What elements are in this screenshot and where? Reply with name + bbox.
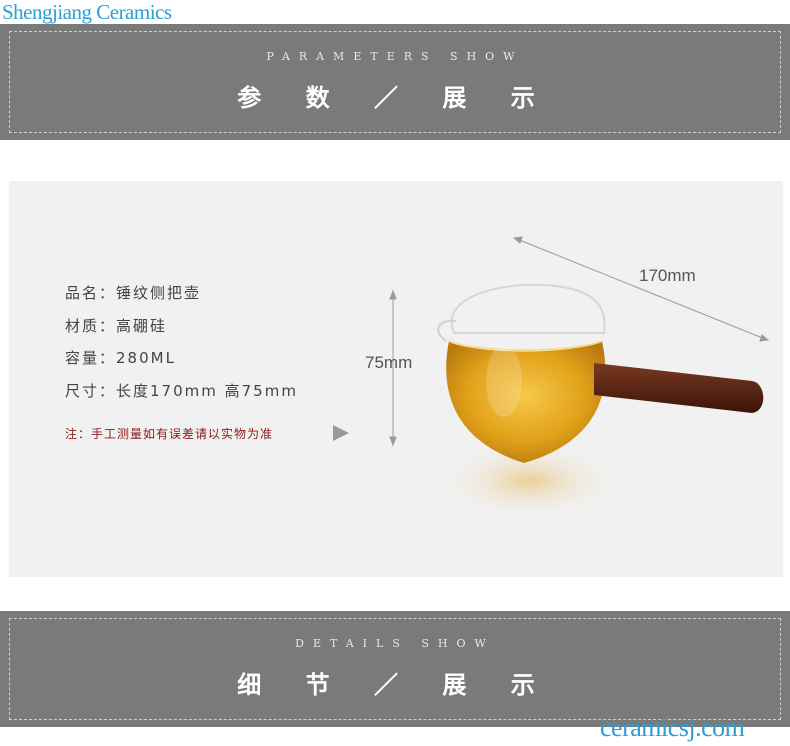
parameters-cn-title: 参 数 ／ 展 示: [237, 84, 553, 112]
parameters-banner: PARAMETERS SHOW 参 数 ／ 展 示: [0, 24, 790, 140]
height-dimension-label: 75mm: [365, 353, 413, 372]
details-cn-title: 细 节 ／ 展 示: [237, 671, 553, 699]
details-en-title: DETAILS SHOW: [295, 637, 495, 650]
details-banner: DETAILS SHOW 细 节 ／ 展 示: [0, 611, 790, 727]
parameters-en-title: PARAMETERS SHOW: [266, 50, 524, 63]
watermark-bottom: ceramicsj.com: [600, 713, 745, 742]
watermark-top: Shengjiang Ceramics: [2, 0, 172, 24]
glass-pitcher-image: [434, 283, 764, 521]
product-panel: 品名：锤纹侧把壶 材质：高硼硅 容量：280ML 尺寸：长度170mm 高75m…: [9, 181, 783, 577]
